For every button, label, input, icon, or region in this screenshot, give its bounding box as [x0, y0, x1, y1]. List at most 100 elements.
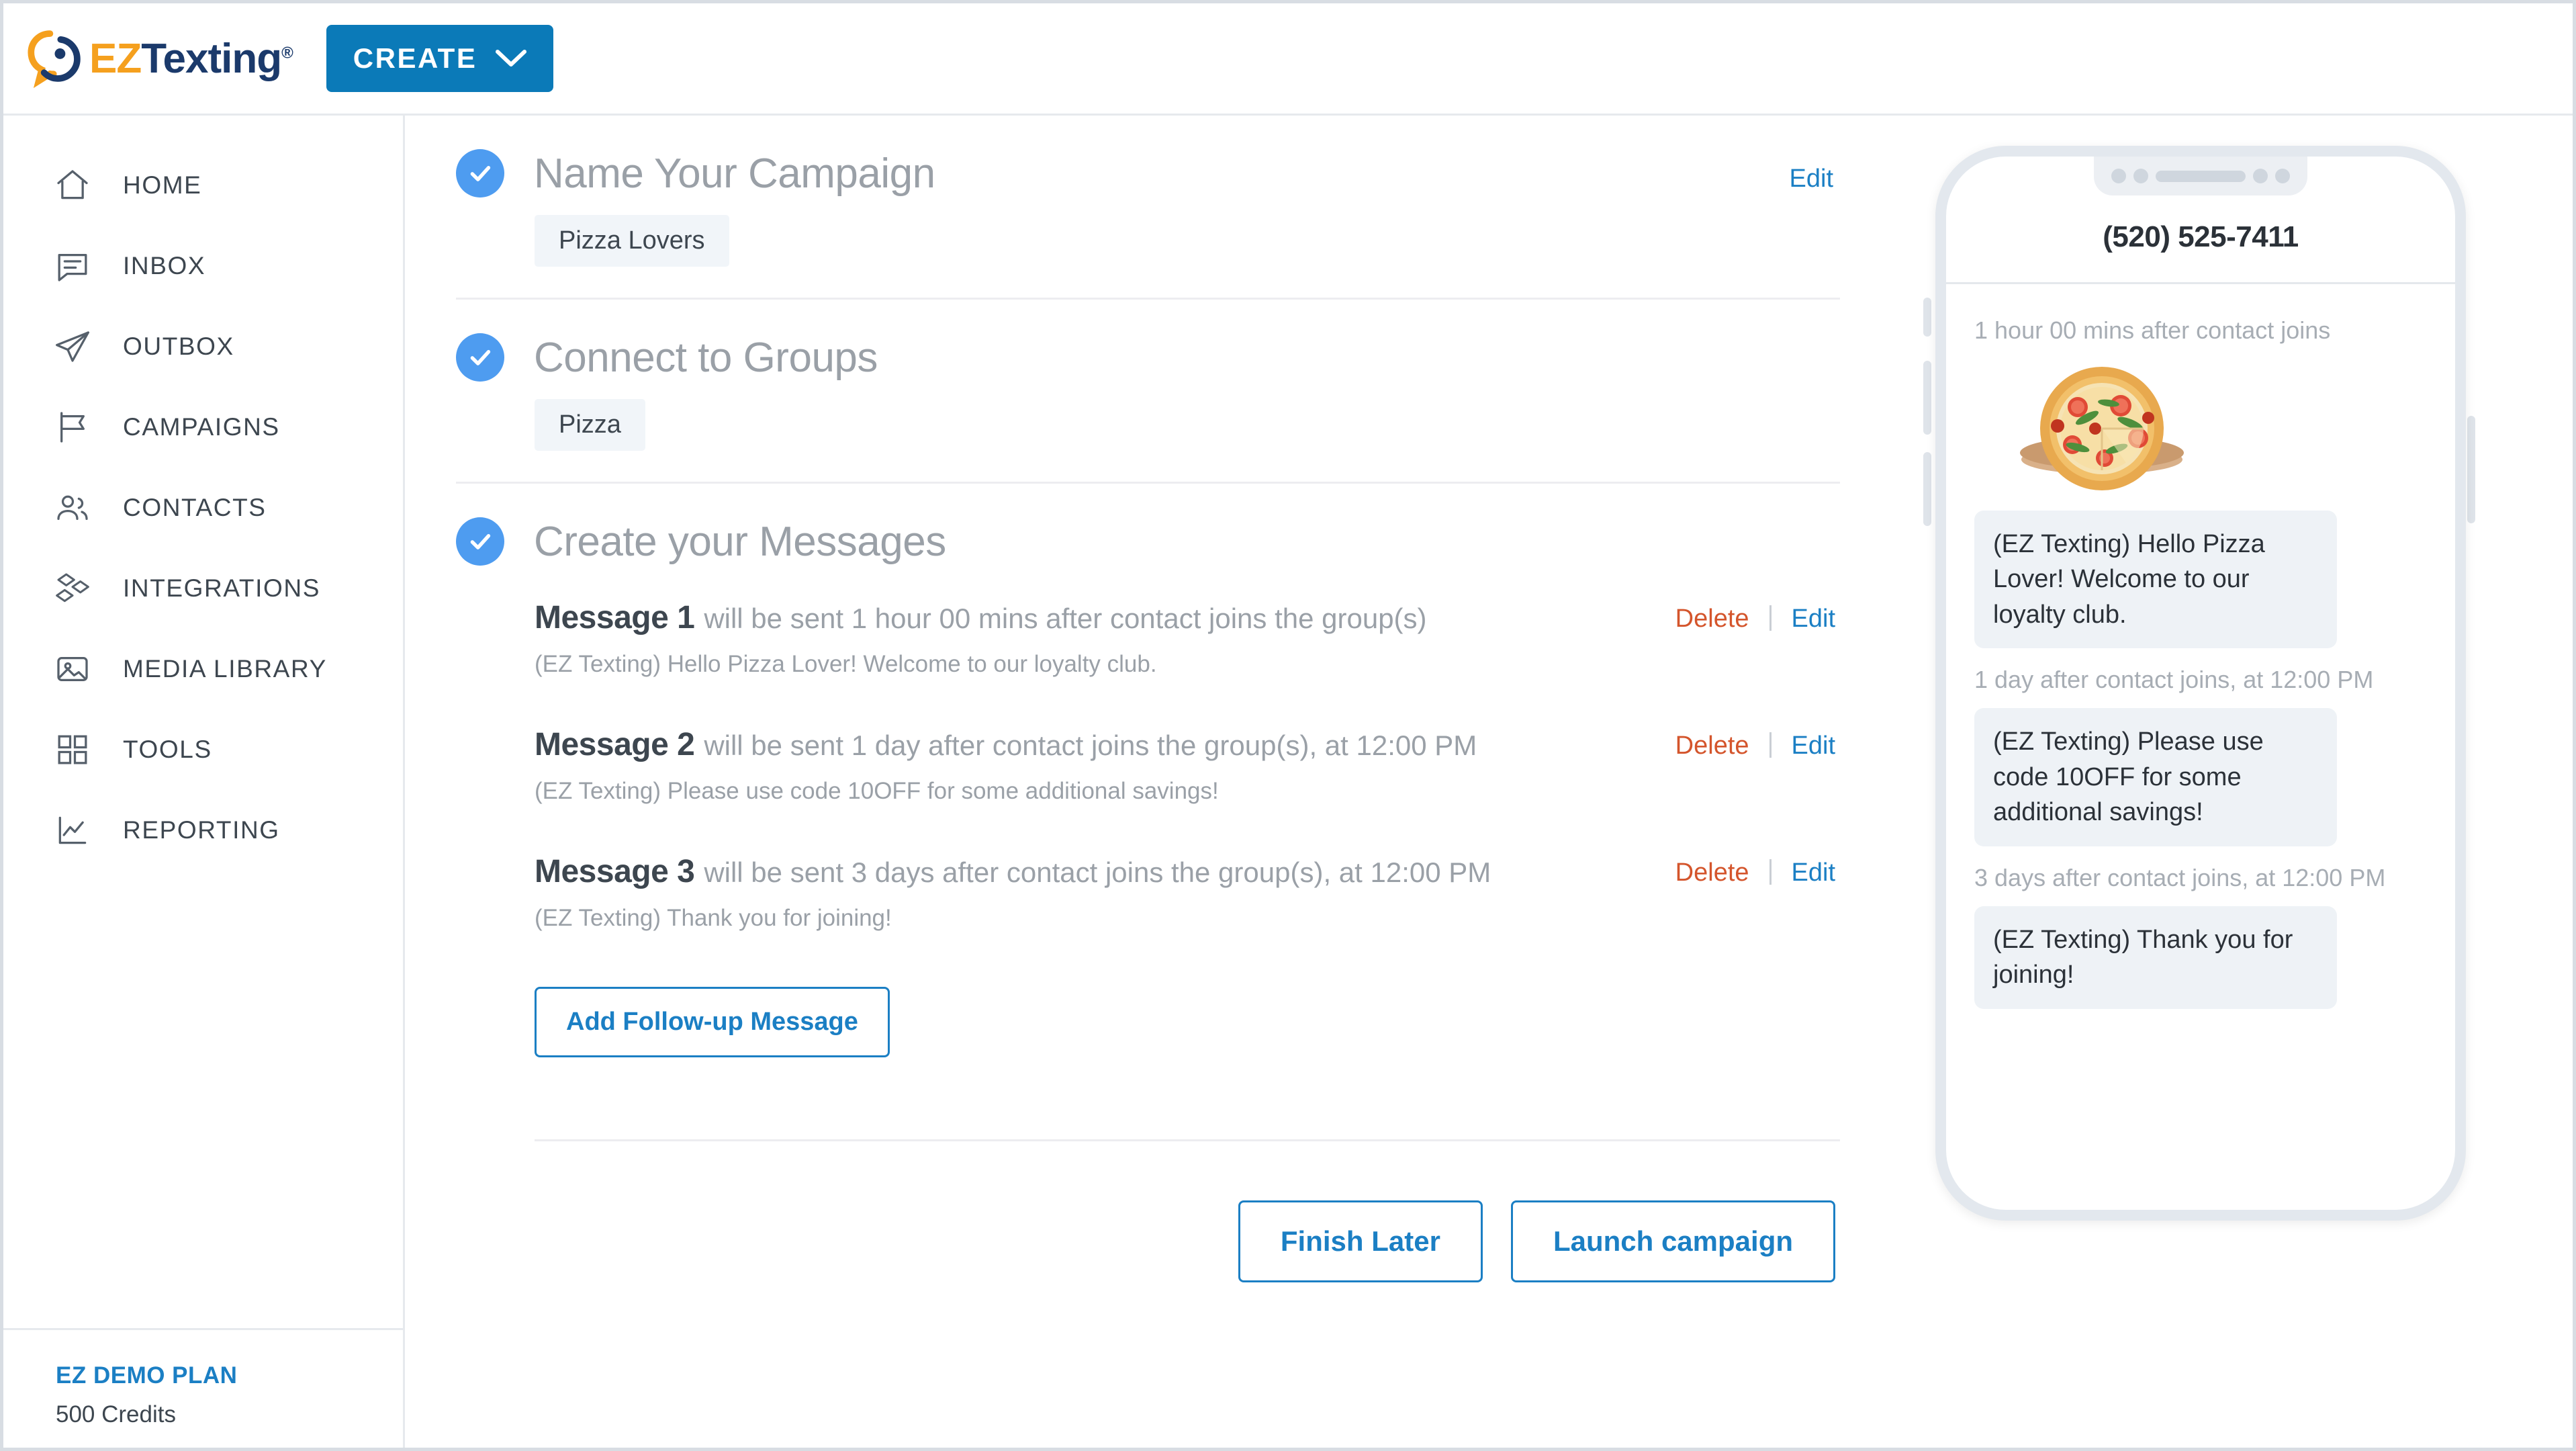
sidebar-item-campaigns[interactable]: CAMPAIGNS	[3, 387, 403, 468]
section-header: Name Your Campaign	[407, 116, 1907, 197]
sidebar-item-label: REPORTING	[123, 816, 280, 844]
create-button[interactable]: CREATE	[326, 25, 554, 92]
launch-campaign-button[interactable]: Launch campaign	[1510, 1200, 1835, 1282]
pizza-image-svg	[1977, 359, 2225, 493]
sidebar-item-outbox[interactable]: OUTBOX	[3, 306, 403, 387]
section-header: Create your Messages	[407, 484, 1907, 566]
message-body: (EZ Texting) Hello Pizza Lover! Welcome …	[535, 651, 1157, 677]
group-chip: Pizza	[535, 399, 645, 451]
preview-timestamp: 3 days after contact joins, at 12:00 PM	[1974, 863, 2386, 891]
delete-message-link[interactable]: Delete	[1675, 859, 1749, 887]
sidebar-item-contacts[interactable]: CONTACTS	[3, 468, 403, 548]
paper-plane-icon	[52, 326, 93, 367]
sidebar-nav: HOME INBOX OUTBOX CAMPAIGNS CONTACTS INT…	[3, 116, 403, 871]
preview-chat: 1 hour 00 mins after contact joins (EZ T…	[1946, 284, 2455, 1025]
section-create-messages: Create your Messages Message 1 will be se…	[407, 484, 1907, 1282]
sidebar-item-label: INTEGRATIONS	[123, 574, 320, 602]
section-title: Connect to Groups	[534, 334, 878, 381]
ez-texting-logo[interactable]: EZTexting®	[28, 28, 293, 89]
message-schedule: will be sent 3 days after contact joins …	[704, 856, 1491, 888]
message-actions: Delete Edit	[1675, 859, 1835, 887]
logo-texting-text: Texting	[141, 35, 282, 82]
sidebar-item-integrations[interactable]: INTEGRATIONS	[3, 548, 403, 629]
sidebar-item-label: MEDIA LIBRARY	[123, 655, 327, 683]
plan-info: EZ DEMO PLAN 500 Credits	[3, 1328, 403, 1448]
logo-wordmark: EZTexting®	[89, 35, 293, 83]
phone-volume-down-button	[1923, 452, 1931, 526]
message-schedule: will be sent 1 hour 00 mins after contac…	[704, 603, 1427, 634]
message-schedule: will be sent 1 day after contact joins t…	[704, 730, 1477, 761]
plan-name-link[interactable]: EZ DEMO PLAN	[56, 1362, 403, 1389]
sidebar-item-label: INBOX	[123, 252, 206, 279]
phone-notch	[2094, 157, 2307, 195]
finish-later-button[interactable]: Finish Later	[1238, 1200, 1483, 1282]
edit-message-link[interactable]: Edit	[1792, 605, 1835, 633]
preview-timestamp: 1 hour 00 mins after contact joins	[1974, 316, 2331, 344]
line-chart-icon	[52, 809, 93, 851]
ez-texting-app: EZTexting® CREATE HOME INBOX OUTBOX CAMP…	[0, 0, 2576, 1451]
sidebar-item-label: TOOLS	[123, 736, 212, 763]
message-body: (EZ Texting) Thank you for joining!	[535, 905, 892, 931]
add-followup-message-button[interactable]: Add Follow-up Message	[535, 987, 890, 1057]
notch-sensor-icon	[2111, 169, 2126, 183]
action-separator	[1769, 732, 1772, 758]
delete-message-link[interactable]: Delete	[1675, 732, 1749, 760]
edit-message-link[interactable]: Edit	[1792, 732, 1835, 760]
check-circle-icon	[456, 333, 504, 382]
notch-camera-icon	[2275, 169, 2290, 183]
phone-preview: (520) 525-7411 1 hour 00 mins after cont…	[1921, 146, 2478, 1221]
sidebar-item-inbox[interactable]: INBOX	[3, 226, 403, 306]
sidebar: HOME INBOX OUTBOX CAMPAIGNS CONTACTS INT…	[3, 116, 405, 1448]
sidebar-item-label: CONTACTS	[123, 494, 267, 521]
image-icon	[52, 648, 93, 690]
phone-volume-up-button	[1923, 361, 1931, 435]
message-actions: Delete Edit	[1675, 605, 1835, 633]
check-circle-icon	[456, 149, 504, 197]
campaign-name-chip: Pizza Lovers	[535, 215, 729, 267]
preview-bubble: (EZ Texting) Please use code 10OFF for s…	[1974, 708, 2337, 846]
create-button-label: CREATE	[353, 42, 477, 74]
chat-bubble-icon	[52, 245, 93, 287]
notch-speaker-icon	[2156, 170, 2246, 182]
section-header: Connect to Groups	[407, 300, 1907, 382]
pizza-photo	[1977, 359, 2225, 493]
people-icon	[52, 487, 93, 529]
sidebar-item-label: HOME	[123, 171, 202, 199]
message-number: Message 2	[535, 727, 695, 762]
sidebar-item-label: OUTBOX	[123, 333, 234, 360]
sidebar-item-media-library[interactable]: MEDIA LIBRARY	[3, 629, 403, 709]
notch-sensor-icon	[2253, 169, 2268, 183]
logo-registered-mark: ®	[281, 43, 293, 62]
action-separator	[1769, 605, 1772, 631]
phone-frame: (520) 525-7411 1 hour 00 mins after cont…	[1935, 146, 2466, 1221]
edit-campaign-name-link[interactable]: Edit	[1790, 165, 1833, 193]
sidebar-item-label: CAMPAIGNS	[123, 413, 280, 441]
app-header: EZTexting® CREATE	[3, 3, 2573, 116]
edit-message-link[interactable]: Edit	[1792, 859, 1835, 887]
message-row: Message 2 will be sent 1 day after contac…	[535, 726, 1907, 805]
message-actions: Delete Edit	[1675, 732, 1835, 760]
check-circle-icon	[456, 517, 504, 566]
sidebar-item-tools[interactable]: TOOLS	[3, 709, 403, 790]
home-icon	[52, 165, 93, 206]
preview-bubble: (EZ Texting) Thank you for joining!	[1974, 906, 2337, 1009]
message-list: Message 1 will be sent 1 hour 00 mins aft…	[407, 566, 1907, 932]
section-connect-groups: Connect to Groups Pizza	[407, 300, 1907, 484]
preview-timestamp: 1 day after contact joins, at 12:00 PM	[1974, 666, 2374, 694]
main-content: Name Your Campaign Edit Pizza Lovers Con…	[407, 116, 1907, 1448]
form-actions: Finish Later Launch campaign	[407, 1141, 1907, 1282]
preview-bubble: (EZ Texting) Hello Pizza Lover! Welcome …	[1974, 511, 2337, 649]
message-body: (EZ Texting) Please use code 10OFF for s…	[535, 778, 1219, 804]
sidebar-item-home[interactable]: HOME	[3, 145, 403, 226]
sidebar-item-reporting[interactable]: REPORTING	[3, 790, 403, 871]
phone-silent-switch	[1923, 298, 1931, 337]
phone-power-button	[2467, 416, 2475, 523]
plan-credits: 500 Credits	[56, 1401, 176, 1427]
logo-ez-text: EZ	[89, 35, 142, 82]
message-row: Message 3 will be sent 3 days after conta…	[535, 853, 1907, 932]
section-title: Create your Messages	[534, 518, 946, 565]
chevron-down-icon	[496, 50, 527, 67]
page-title: Name Your Campaign	[534, 150, 935, 197]
action-separator	[1769, 859, 1772, 885]
delete-message-link[interactable]: Delete	[1675, 605, 1749, 633]
